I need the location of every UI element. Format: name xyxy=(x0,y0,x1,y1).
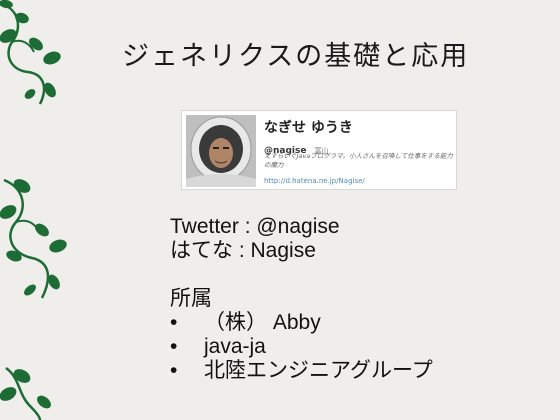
avatar xyxy=(186,115,256,187)
slide-title: ジェネリクスの基礎と応用 xyxy=(122,41,470,72)
list-item: • 北陸エンジニアグループ xyxy=(170,359,433,383)
list-item: • （株） Abby xyxy=(170,311,433,335)
profile-name: なぎせ ゆうき xyxy=(264,120,353,136)
slide: ジェネリクスの基礎と応用 なぎせ ゆうき @nagise 富山 えすらいぐJav… xyxy=(0,0,560,420)
profile-link[interactable]: http://d.hatena.ne.jp/Nagise/ xyxy=(264,177,365,185)
bullet: • xyxy=(170,359,178,382)
bullet: • xyxy=(170,311,178,334)
slide-body: Twetter : @nagise はてな : Nagise 所属 • （株） A… xyxy=(170,215,433,383)
bullet: • xyxy=(170,335,178,358)
affiliation-abby: （株） Abby xyxy=(204,311,321,334)
affiliation-java-ja: java-ja xyxy=(204,335,266,358)
vine-decoration-bottom xyxy=(0,366,51,420)
profile-card: なぎせ ゆうき @nagise 富山 えすらいぐJavaプログラマ。小人さんを召… xyxy=(181,110,457,190)
vine-decoration-middle xyxy=(0,178,67,299)
affiliation-hokuriku: 北陸エンジニアグループ xyxy=(204,359,433,382)
affiliation-heading: 所属 xyxy=(170,287,212,310)
list-item: • java-ja xyxy=(170,335,433,359)
hatena-line: はてな : Nagise xyxy=(170,239,316,262)
profile-bio: えすらいぐJavaプログラマ。小人さんを召喚して仕事をする能力の魔力 xyxy=(264,152,453,169)
vine-decoration-top xyxy=(0,0,61,105)
twitter-line: Twetter : @nagise xyxy=(170,215,340,238)
